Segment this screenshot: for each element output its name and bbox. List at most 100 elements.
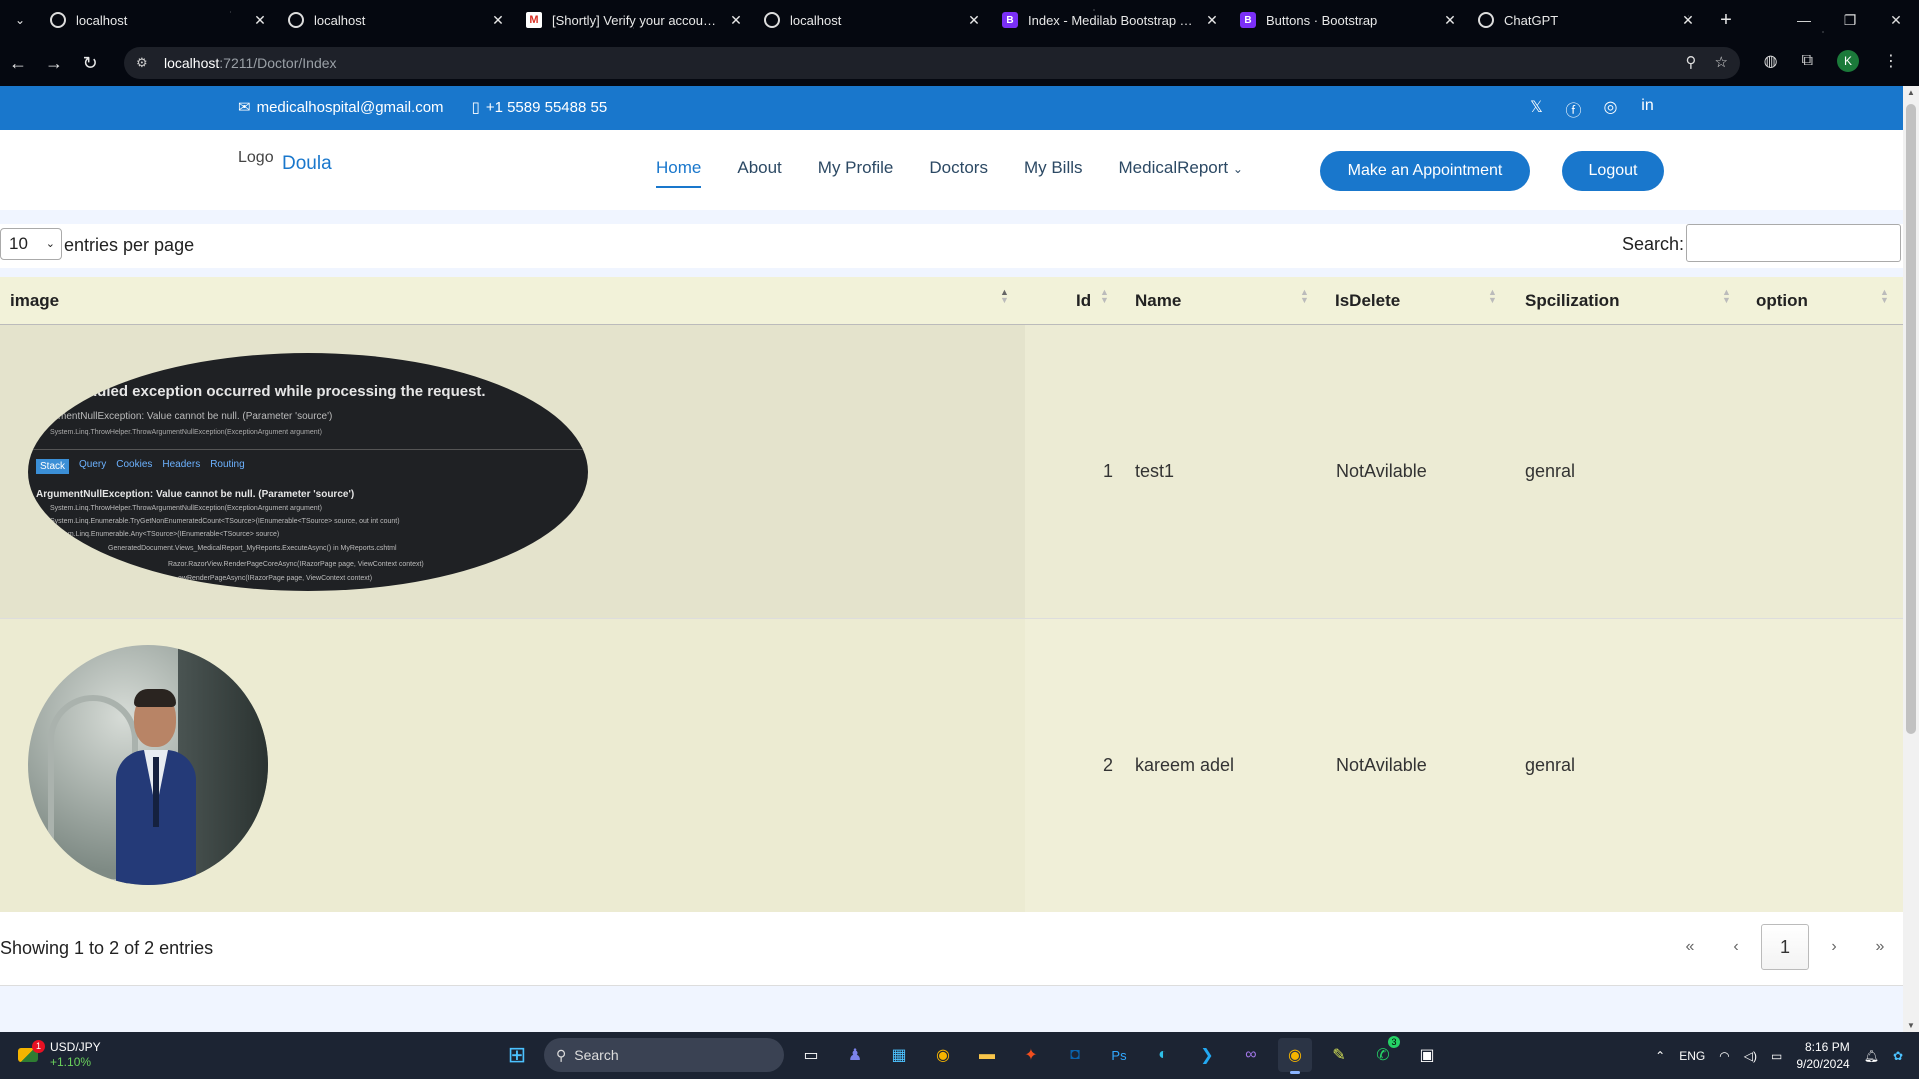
browser-tab[interactable]: M [Shortly] Verify your account - ✕ [516, 0, 754, 40]
instagram-icon[interactable]: ◎ [1602, 97, 1619, 121]
sort-icon[interactable]: ▲ ▼ [1722, 288, 1731, 305]
column-header-name[interactable]: Name [1135, 291, 1181, 311]
bookmark-star-icon[interactable]: ☆ [1715, 53, 1728, 71]
tab-search-button[interactable]: ⌄ [0, 13, 40, 27]
file-explorer-icon[interactable]: ▬ [970, 1038, 1004, 1072]
logout-button[interactable]: Logout [1562, 151, 1664, 191]
page-scrollbar[interactable]: ▲ ▼ [1903, 86, 1919, 1032]
tab-close-icon[interactable]: ✕ [1680, 12, 1696, 29]
sort-icon[interactable]: ▲ ▼ [1100, 288, 1109, 305]
windows-start-icon[interactable]: ⊞ [500, 1038, 534, 1072]
browser-tab[interactable]: localhost ✕ [278, 0, 516, 40]
site-info-icon[interactable]: ⚙ [136, 55, 156, 71]
column-header-image[interactable]: image [10, 291, 59, 311]
tab-close-icon[interactable]: ✕ [966, 12, 982, 29]
sort-icon[interactable]: ▲ ▼ [1488, 288, 1497, 305]
notepad-icon[interactable]: ✎ [1322, 1038, 1356, 1072]
chrome-active-icon[interactable]: ◉ [1278, 1038, 1312, 1074]
market-widget[interactable]: 1 USD/JPY +1.10% [16, 1040, 101, 1070]
nav-home[interactable]: Home [656, 158, 702, 188]
first-page-button[interactable]: « [1667, 938, 1713, 956]
zoom-icon[interactable]: ⚲ [1686, 53, 1697, 71]
hidden-icons-chevron[interactable]: ⌃ [1655, 1049, 1665, 1063]
table-controls: 10 ⌄ entries per page Search: [0, 224, 1903, 268]
figma-icon[interactable]: ✦ [1014, 1038, 1048, 1072]
next-page-button[interactable]: › [1811, 938, 1857, 956]
logo[interactable]: Logo Doula [238, 149, 332, 175]
tab-close-icon[interactable]: ✕ [1204, 12, 1220, 29]
column-header-isdelete[interactable]: IsDelete [1335, 291, 1400, 311]
whatsapp-icon[interactable]: ✆ 3 [1366, 1036, 1400, 1072]
wifi-icon[interactable]: ◠ [1719, 1049, 1729, 1063]
scroll-down-icon[interactable]: ▼ [1903, 1021, 1919, 1030]
brand-name[interactable]: Doula [282, 153, 332, 175]
sort-icon[interactable]: ▲ ▼ [1880, 288, 1889, 305]
column-header-specialization[interactable]: Spcilization [1525, 291, 1619, 311]
outlook-icon[interactable]: ◘ [1058, 1038, 1092, 1072]
visual-studio-icon[interactable]: ∞ [1234, 1038, 1268, 1072]
volume-icon[interactable]: ◁) [1744, 1049, 1757, 1063]
extension-globe-icon[interactable]: ◍ [1764, 51, 1778, 71]
reload-icon[interactable]: ↻ [72, 53, 108, 74]
language-indicator[interactable]: ENG [1679, 1049, 1705, 1063]
vscode-icon[interactable]: ❯ [1190, 1038, 1224, 1072]
facebook-icon[interactable]: ⓕ [1565, 97, 1582, 121]
previous-page-button[interactable]: ‹ [1713, 938, 1759, 956]
browser-tab[interactable]: B Buttons · Bootstrap ✕ [1230, 0, 1468, 40]
notification-bell-icon[interactable]: 🔔︎ [1864, 1049, 1879, 1063]
browser-tab[interactable]: localhost ✕ [754, 0, 992, 40]
menu-icon[interactable]: ⋮ [1883, 51, 1899, 71]
column-header-option[interactable]: option [1756, 291, 1808, 311]
nav-doctors[interactable]: Doctors [929, 158, 988, 186]
last-page-button[interactable]: » [1857, 938, 1903, 956]
nav-medical-report[interactable]: MedicalReport ⌄ [1119, 158, 1243, 186]
linkedin-icon[interactable]: in [1639, 97, 1656, 121]
browser-tab[interactable]: B Index - Medilab Bootstrap Tem ✕ [992, 0, 1230, 40]
nav-my-bills[interactable]: My Bills [1024, 158, 1083, 186]
make-appointment-button[interactable]: Make an Appointment [1320, 151, 1530, 191]
tab-close-icon[interactable]: ✕ [490, 12, 506, 29]
cell-id: 1 [1103, 461, 1114, 481]
browser-tab-active[interactable]: ChatGPT ✕ [1468, 0, 1706, 40]
address-bar[interactable]: ⚙ localhost:7211/Doctor/Index ⚲ ☆ [124, 47, 1740, 79]
battery-icon[interactable]: ▭ [1771, 1049, 1782, 1063]
chrome-icon[interactable]: ◉ [926, 1038, 960, 1072]
back-icon[interactable]: ← [0, 53, 36, 74]
scrollbar-thumb[interactable] [1906, 104, 1916, 734]
table-search-input[interactable] [1686, 224, 1901, 262]
photoshop-icon[interactable]: Ps [1102, 1038, 1136, 1072]
cell-specialization: genral [1525, 755, 1576, 775]
column-header-id[interactable]: Id [1076, 291, 1091, 311]
nav-about[interactable]: About [737, 158, 781, 186]
forward-icon[interactable]: → [36, 53, 72, 74]
store-icon[interactable]: ▦ [882, 1038, 916, 1072]
sort-icon[interactable]: ▲ ▼ [1300, 288, 1309, 305]
gmail-icon: M [526, 12, 542, 28]
minimize-icon[interactable]: — [1781, 12, 1827, 28]
copilot-icon[interactable]: ✿ [1893, 1049, 1903, 1063]
taskbar-search[interactable]: ⚲ Search [544, 1038, 784, 1072]
new-tab-button[interactable]: + [1706, 9, 1746, 32]
terminal-icon[interactable]: ▣ [1410, 1038, 1444, 1072]
clock[interactable]: 8:16 PM 9/20/2024 [1796, 1039, 1849, 1073]
email-contact[interactable]: ✉ medicalhospital@gmail.com [238, 98, 444, 116]
entries-per-page-select[interactable]: 10 ⌄ [0, 228, 62, 260]
edge-icon[interactable]: ◐ [1146, 1038, 1180, 1072]
tab-close-icon[interactable]: ✕ [728, 12, 744, 29]
teams-icon[interactable]: ♟ [838, 1038, 872, 1072]
scroll-up-icon[interactable]: ▲ [1903, 88, 1919, 97]
profile-avatar[interactable]: K [1837, 50, 1859, 72]
nav-my-profile[interactable]: My Profile [818, 158, 894, 186]
extensions-icon[interactable]: ⧉ [1802, 52, 1813, 70]
restore-icon[interactable]: ❐ [1827, 12, 1873, 29]
page-1-button[interactable]: 1 [1761, 924, 1809, 970]
sort-icon[interactable]: ▲ ▼ [1000, 288, 1009, 305]
site-header: Logo Doula Home About My Profile Doctors… [0, 130, 1903, 210]
x-icon[interactable]: 𝕏 [1528, 97, 1545, 121]
close-window-icon[interactable]: ✕ [1873, 12, 1919, 29]
tab-close-icon[interactable]: ✕ [1442, 12, 1458, 29]
tab-close-icon[interactable]: ✕ [252, 12, 268, 29]
browser-tab[interactable]: localhost ✕ [40, 0, 278, 40]
bootstrap-icon: B [1002, 12, 1018, 28]
task-view-icon[interactable]: ▭ [794, 1038, 828, 1072]
